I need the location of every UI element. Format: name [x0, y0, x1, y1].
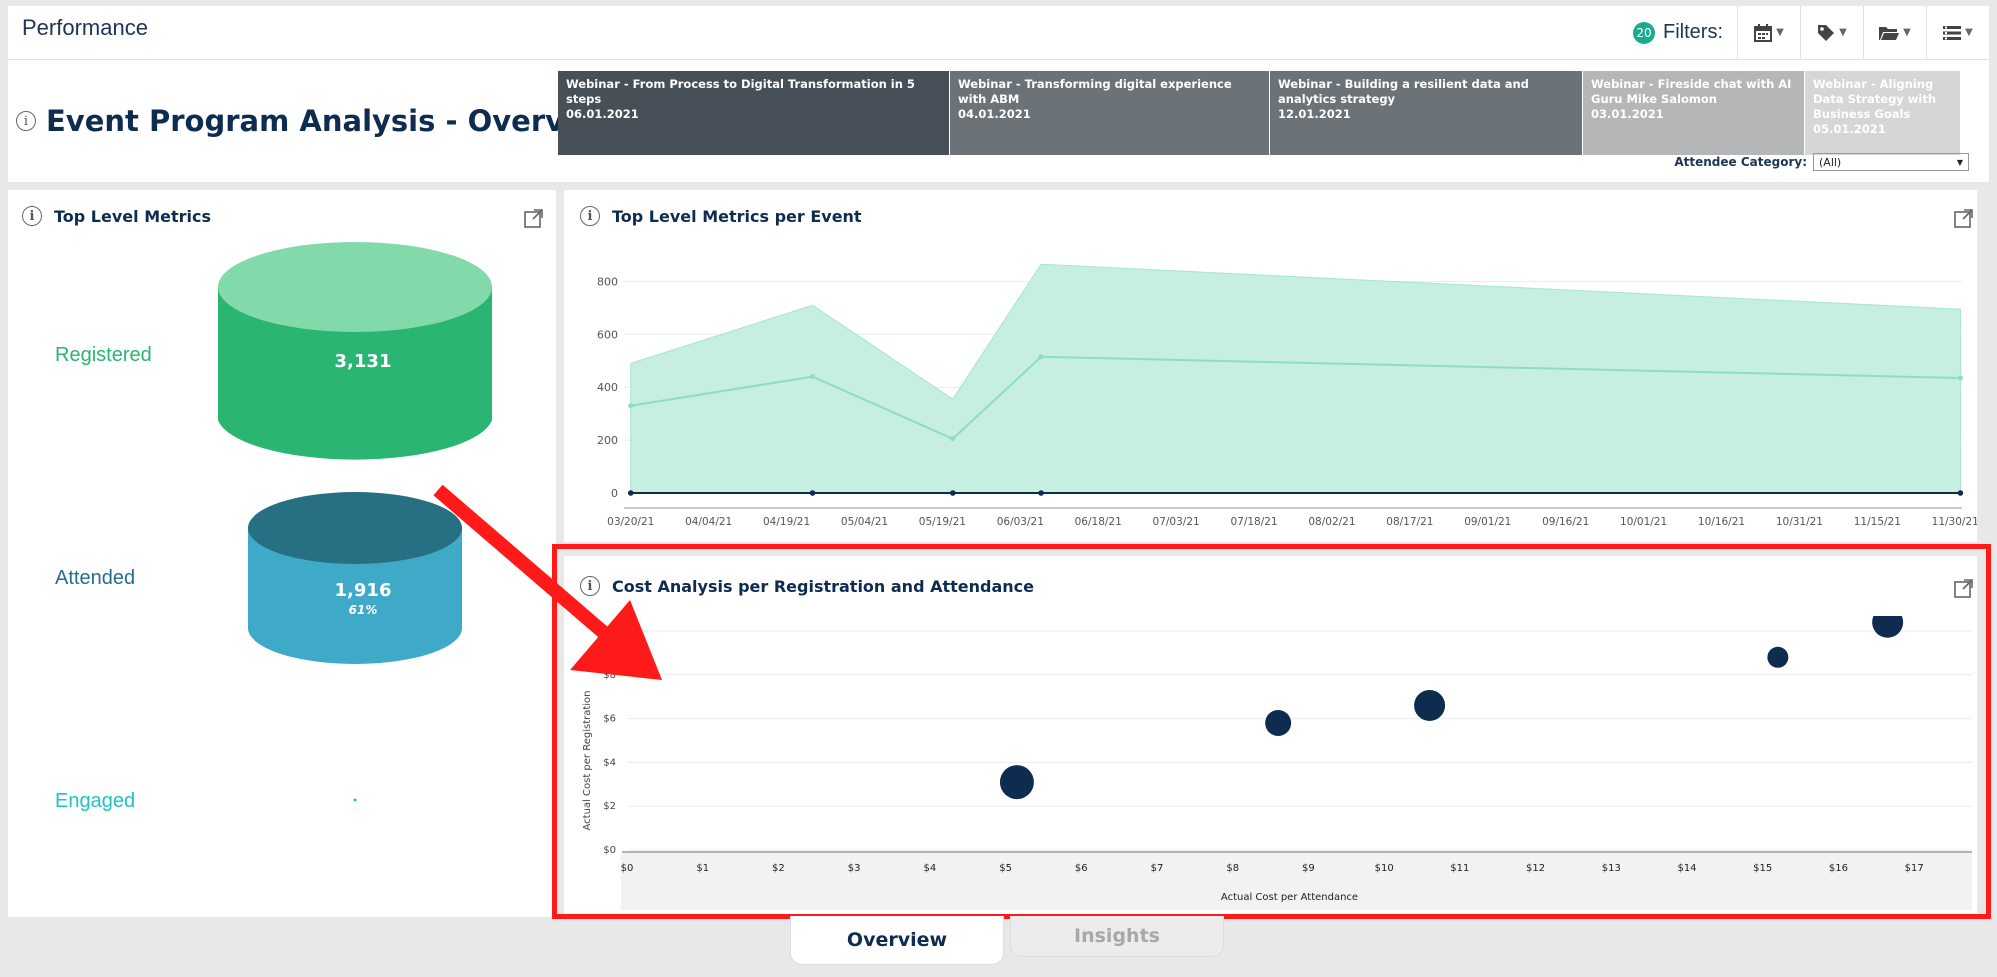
x-tick-label: 10/31/21: [1776, 516, 1823, 528]
attended-pct: 61%: [349, 603, 378, 617]
x-tick-label: 06/18/21: [1075, 516, 1122, 528]
attended-value: 1,916: [335, 580, 392, 601]
app-title: Performance: [22, 15, 148, 40]
registered-value: 3,131: [335, 351, 392, 372]
baseline-point: [1038, 490, 1044, 496]
calendar-icon: [1754, 23, 1773, 42]
info-icon[interactable]: i: [580, 206, 600, 226]
x-tick-label: 10/16/21: [1698, 516, 1745, 528]
x-tick-label: 04/19/21: [763, 516, 810, 528]
line-point: [810, 374, 816, 380]
event-tab[interactable]: Webinar - Transforming digital experienc…: [950, 71, 1270, 155]
highlight-box: [552, 544, 1991, 919]
tag-filter-button[interactable]: ▼: [1800, 6, 1863, 59]
line-point: [1038, 354, 1044, 360]
popout-icon[interactable]: [524, 208, 544, 228]
panel-title-row: i Top Level Metrics per Event: [580, 206, 862, 226]
panel-title-row: i Top Level Metrics: [22, 206, 211, 226]
tag-icon: [1818, 24, 1835, 41]
x-tick-label: 09/01/21: [1464, 516, 1511, 528]
event-tab[interactable]: Webinar - Building a resilient data and …: [1270, 71, 1583, 155]
event-tabs: Webinar - From Process to Digital Transf…: [558, 71, 1961, 155]
event-tab-name: Webinar - Building a resilient data and …: [1278, 77, 1529, 106]
x-tick-label: 09/16/21: [1542, 516, 1589, 528]
filter-count-badge: 20: [1633, 21, 1655, 44]
event-tab-date: 03.01.2021: [1591, 107, 1664, 121]
attendee-category-filter: Attendee Category: (All) ▼: [1674, 153, 1969, 171]
event-tab-date: 05.01.2021: [1813, 122, 1886, 136]
panel-title: Top Level Metrics per Event: [612, 206, 862, 226]
list-filter-button[interactable]: ▼: [1926, 6, 1989, 59]
event-tab[interactable]: Webinar - Fireside chat with AI Guru Mik…: [1583, 71, 1805, 155]
event-tab-name: Webinar - Aligning Data Strategy with Bu…: [1813, 77, 1937, 121]
event-tab[interactable]: Webinar - From Process to Digital Transf…: [558, 71, 950, 155]
chevron-down-icon: ▼: [1956, 157, 1963, 167]
filters-label: Filters:: [1663, 21, 1723, 43]
popout-icon[interactable]: [1954, 208, 1974, 228]
attendee-category-value: (All): [1819, 155, 1842, 169]
engaged-cylinder: [353, 798, 357, 802]
y-tick-label: 600: [597, 328, 618, 341]
event-tab[interactable]: Webinar - Aligning Data Strategy with Bu…: [1805, 71, 1961, 155]
attendee-category-select[interactable]: (All) ▼: [1813, 153, 1969, 171]
x-tick-label: 06/03/21: [997, 516, 1044, 528]
x-tick-label: 07/03/21: [1153, 516, 1200, 528]
baseline-point: [949, 490, 956, 496]
top-bar: Performance 20 Filters: ▼ ▼ ▼ ▼: [8, 6, 1989, 60]
chevron-down-icon: ▼: [1965, 27, 1973, 38]
page-title-row: i Event Program Analysis - Overview: [16, 104, 620, 138]
y-tick-label: 800: [597, 275, 618, 288]
bottom-tabs: Overview Insights: [790, 916, 1224, 965]
event-tab-name: Webinar - Fireside chat with AI Guru Mik…: [1591, 77, 1792, 106]
line-point: [1957, 375, 1963, 381]
folder-icon: [1879, 26, 1900, 40]
date-filter-button[interactable]: ▼: [1737, 6, 1800, 59]
info-icon[interactable]: i: [16, 111, 36, 131]
x-tick-label: 10/01/21: [1620, 516, 1667, 528]
event-tab-name: Webinar - From Process to Digital Transf…: [566, 77, 915, 106]
folder-filter-button[interactable]: ▼: [1863, 6, 1926, 59]
registered-cylinder: 3,131: [218, 242, 492, 460]
chevron-down-icon: ▼: [1776, 27, 1784, 38]
panel-title: Top Level Metrics: [54, 206, 211, 226]
attendee-category-label: Attendee Category:: [1674, 155, 1807, 169]
x-tick-label: 05/19/21: [919, 516, 966, 528]
chevron-down-icon: ▼: [1839, 27, 1847, 38]
x-tick-label: 08/17/21: [1386, 516, 1433, 528]
tab-insights[interactable]: Insights: [1010, 916, 1224, 957]
x-tick-label: 07/18/21: [1230, 516, 1277, 528]
baseline-point: [809, 490, 816, 496]
filters-bar: 20 Filters: ▼ ▼ ▼ ▼: [1633, 6, 1989, 59]
line-point: [628, 403, 634, 409]
header-panel: i Event Program Analysis - Overview Webi…: [8, 60, 1989, 182]
x-tick-label: 08/02/21: [1308, 516, 1355, 528]
y-tick-label: 200: [597, 434, 618, 447]
event-tab-date: 06.01.2021: [566, 107, 639, 121]
baseline-point: [1957, 490, 1964, 496]
x-tick-label: 04/04/21: [685, 516, 732, 528]
metrics-per-event-panel: i Top Level Metrics per Event 0 200 400 600…: [564, 190, 1977, 542]
y-tick-label: 400: [597, 381, 618, 394]
x-tick-label: 11/30/21: [1932, 516, 1977, 528]
area-series: [630, 263, 1961, 494]
info-icon[interactable]: i: [22, 206, 42, 226]
chevron-down-icon: ▼: [1903, 27, 1911, 38]
x-tick-label: 05/04/21: [841, 516, 888, 528]
engaged-label: Engaged: [55, 790, 136, 812]
event-tab-date: 04.01.2021: [958, 107, 1031, 121]
event-tab-name: Webinar - Transforming digital experienc…: [958, 77, 1232, 106]
attended-label: Attended: [55, 567, 136, 589]
list-icon: [1943, 25, 1962, 40]
metrics-area-chart: 020040060080003/20/21 04/04/21 04/19/21 05/…: [597, 263, 1977, 528]
page-title: Event Program Analysis - Overview: [46, 104, 621, 138]
x-tick-label: 11/15/21: [1854, 516, 1901, 528]
registered-label: Registered: [55, 344, 152, 366]
event-tab-date: 12.01.2021: [1278, 107, 1351, 121]
arrow-icon: [433, 484, 662, 680]
line-point: [950, 436, 956, 442]
tab-overview[interactable]: Overview: [790, 916, 1004, 965]
